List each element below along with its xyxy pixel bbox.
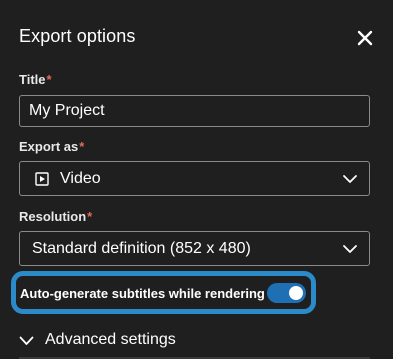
chevron-down-icon bbox=[343, 175, 357, 183]
video-play-icon bbox=[35, 172, 49, 186]
title-label-text: Title bbox=[19, 72, 46, 87]
dialog-title: Export options bbox=[19, 26, 136, 46]
resolution-select[interactable]: Standard definition (852 x 480) bbox=[19, 231, 370, 266]
required-marker: * bbox=[79, 139, 85, 154]
toggle-knob bbox=[289, 286, 303, 300]
required-marker: * bbox=[87, 209, 93, 224]
subtitles-toggle-switch[interactable] bbox=[267, 283, 306, 303]
resolution-label-text: Resolution bbox=[19, 209, 87, 224]
subtitles-toggle-label: Auto-generate subtitles while rendering bbox=[20, 286, 265, 301]
close-icon bbox=[357, 30, 373, 46]
export-options-dialog: Export options Title* My Project Export … bbox=[0, 0, 393, 359]
title-input-value: My Project bbox=[29, 102, 105, 119]
export-as-select[interactable]: Video bbox=[19, 161, 370, 196]
export-as-label-text: Export as bbox=[19, 139, 79, 154]
subtitles-toggle-row[interactable]: Auto-generate subtitles while rendering bbox=[11, 271, 316, 314]
advanced-settings-label: Advanced settings bbox=[45, 331, 176, 348]
resolution-label: Resolution* bbox=[19, 209, 92, 224]
chevron-down-icon bbox=[19, 336, 34, 345]
title-input[interactable]: My Project bbox=[19, 95, 370, 127]
chevron-down-icon bbox=[343, 245, 357, 253]
close-button[interactable] bbox=[355, 28, 375, 48]
export-as-value: Video bbox=[60, 170, 101, 187]
dialog-header: Export options bbox=[19, 26, 375, 50]
required-marker: * bbox=[46, 72, 52, 87]
resolution-value: Standard definition (852 x 480) bbox=[32, 240, 251, 257]
advanced-settings-expander[interactable]: Advanced settings bbox=[19, 331, 219, 353]
title-label: Title* bbox=[19, 72, 52, 87]
export-as-label: Export as* bbox=[19, 139, 84, 154]
